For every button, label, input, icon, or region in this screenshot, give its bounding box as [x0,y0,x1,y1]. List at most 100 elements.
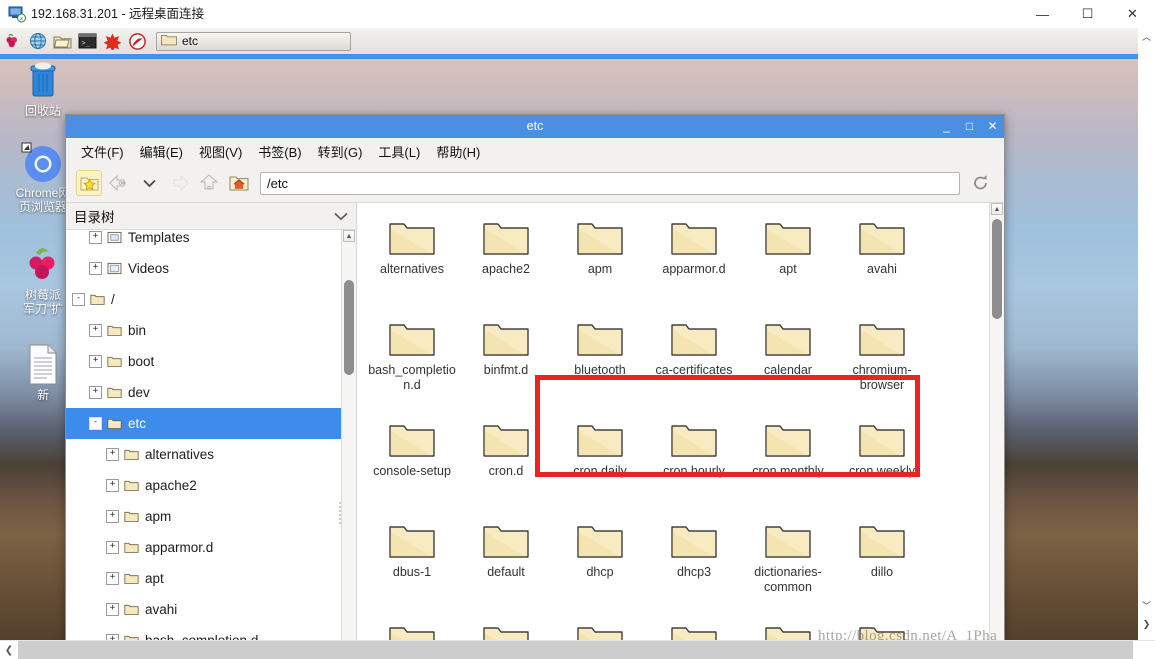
menu-edit[interactable]: 编辑(E) [133,139,190,164]
file-item[interactable]: avahi [835,211,929,312]
rdp-scroll-up-arrow[interactable]: ︿ [1138,28,1155,45]
file-item[interactable]: apm [553,211,647,312]
file-item[interactable]: cron.daily [553,413,647,514]
file-item[interactable]: bash_completion.d [365,312,459,413]
tree-expand-toggle[interactable]: + [106,603,119,616]
file-item[interactable]: bluetooth [553,312,647,413]
rdp-horizontal-scrollbar[interactable]: ❮ [0,640,1155,659]
tree-collapse-toggle[interactable]: - [72,293,85,306]
rdp-scroll-down-arrow[interactable]: ﹀ [1138,597,1155,614]
tree-item--[interactable]: - / [66,284,342,315]
tree-item-avahi[interactable]: + avahi [66,594,342,625]
menu-file[interactable]: 文件(F) [74,139,131,164]
rdp-close-button[interactable]: ✕ [1110,0,1155,28]
up-icon[interactable] [196,170,222,196]
raspberry-menu-icon[interactable] [0,28,25,54]
tree-collapse-toggle[interactable]: - [89,417,102,430]
file-item[interactable]: dillo [835,514,929,615]
terminal-icon[interactable]: >_ [75,28,100,54]
tree-expand-toggle[interactable]: + [89,386,102,399]
tree-vertical-scrollbar[interactable]: ▲ [338,230,356,641]
file-item[interactable]: cron.monthly [741,413,835,514]
tree-item-apt[interactable]: + apt [66,563,342,594]
file-item[interactable]: ca-certificates [647,312,741,413]
file-item[interactable]: esound [553,615,647,641]
tree-item-bash-completion-d[interactable]: + bash_completion.d [66,625,342,641]
mathematica-star-icon[interactable] [100,28,125,54]
menu-bookmarks[interactable]: 书签(B) [251,139,308,164]
web-browser-icon[interactable] [25,28,50,54]
file-item[interactable]: console-setup [365,413,459,514]
tree-item-apparmor-d[interactable]: + apparmor.d [66,532,342,563]
file-item[interactable]: dbus-1 [365,514,459,615]
fm-maximize-button[interactable]: □ [963,115,976,138]
file-item[interactable]: dictionaries-common [741,514,835,615]
tree-expand-toggle[interactable]: + [89,262,102,275]
tree-item-apache2[interactable]: + apache2 [66,470,342,501]
chevron-down-icon[interactable] [136,170,162,196]
rdp-hscroll-track[interactable] [18,641,1133,659]
tree-item-videos[interactable]: + Videos [66,253,342,284]
refresh-icon[interactable] [968,170,994,196]
tree-item-alternatives[interactable]: + alternatives [66,439,342,470]
menu-go[interactable]: 转到(G) [311,139,370,164]
file-item[interactable]: dhcp [553,514,647,615]
tree-item-boot[interactable]: + boot [66,346,342,377]
file-item[interactable]: binfmt.d [459,312,553,413]
chevron-down-icon[interactable] [334,209,348,224]
menu-help[interactable]: 帮助(H) [429,139,487,164]
back-icon[interactable] [106,170,132,196]
file-item[interactable]: dhcp3 [647,514,741,615]
menu-tools[interactable]: 工具(L) [371,139,427,164]
file-item[interactable]: apt [741,211,835,312]
tree-item-etc[interactable]: - etc [66,408,342,439]
tree-expand-toggle[interactable]: + [106,541,119,554]
file-scroll-up-arrow[interactable]: ▲ [991,203,1003,215]
file-item[interactable]: alternatives [365,211,459,312]
rdp-hscroll-left-arrow[interactable]: ❮ [0,641,18,659]
tree-expand-toggle[interactable]: + [106,510,119,523]
wolfram-icon[interactable] [125,28,150,54]
rdp-minimize-button[interactable]: — [1020,0,1065,28]
tree-expand-toggle[interactable]: + [89,355,102,368]
tree-expand-toggle[interactable]: + [106,572,119,585]
tree-item-templates[interactable]: + Templates [66,230,342,253]
pane-splitter-handle[interactable] [338,500,342,540]
file-manager-icon[interactable] [50,28,75,54]
file-item[interactable]: cron.weekly [835,413,929,514]
file-pane-vertical-scrollbar[interactable]: ▲ [989,203,1004,641]
tree-expand-toggle[interactable]: + [89,231,102,244]
tree-scroll-thumb[interactable] [344,280,354,375]
menu-view[interactable]: 视图(V) [192,139,249,164]
taskbar-button-etc[interactable]: etc [156,31,351,51]
file-item[interactable]: dpkg [365,615,459,641]
fm-close-button[interactable]: ✕ [986,115,999,138]
tree-expand-toggle[interactable]: + [106,479,119,492]
tree-item-bin[interactable]: + bin [66,315,342,346]
path-input[interactable]: /etc [260,171,960,195]
folder-icon [107,324,122,337]
file-item[interactable]: apache2 [459,211,553,312]
tree-expand-toggle[interactable]: + [89,324,102,337]
rdp-maximize-button[interactable]: ☐ [1065,0,1110,28]
new-tab-icon[interactable] [76,170,102,196]
rdp-scroll-right-arrow[interactable]: ❯ [1138,616,1155,633]
desktop-icon-recycle-bin[interactable]: 回收站 [8,60,78,118]
file-item[interactable]: default [459,514,553,615]
file-item[interactable]: cron.hourly [647,413,741,514]
tree-item-label: apache2 [145,478,197,493]
file-item[interactable]: emacs [459,615,553,641]
file-item[interactable]: chromium-browser [835,312,929,413]
tree-scroll-up-arrow[interactable]: ▲ [343,230,355,242]
file-item[interactable]: cron.d [459,413,553,514]
file-item[interactable]: apparmor.d [647,211,741,312]
tree-expand-toggle[interactable]: + [106,448,119,461]
file-scroll-thumb[interactable] [992,219,1002,319]
file-item[interactable]: calendar [741,312,835,413]
home-icon[interactable] [226,170,252,196]
file-item[interactable]: exim4 [647,615,741,641]
forward-icon[interactable] [166,170,192,196]
fm-minimize-button[interactable]: _ [940,115,953,138]
tree-item-dev[interactable]: + dev [66,377,342,408]
tree-item-apm[interactable]: + apm [66,501,342,532]
